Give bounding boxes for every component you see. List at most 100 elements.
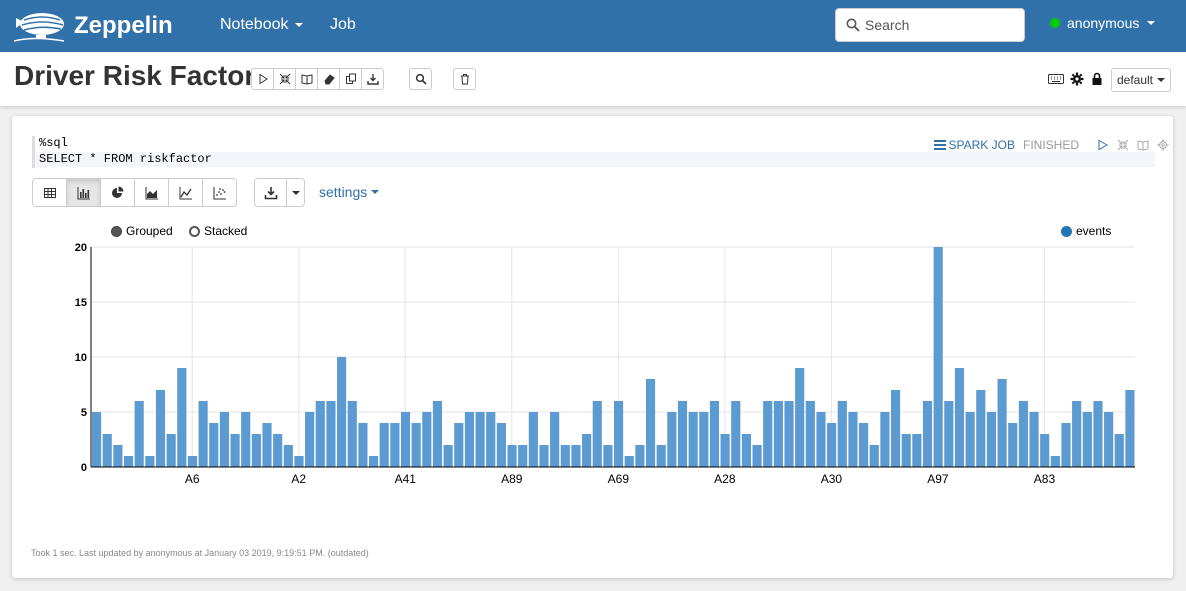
bar — [582, 434, 592, 467]
user-menu[interactable]: anonymous — [1050, 15, 1156, 31]
gear-icon[interactable] — [1070, 72, 1084, 86]
bar — [614, 401, 624, 467]
interpreter-mode-label: default — [1116, 73, 1154, 87]
top-navbar: Zeppelin Notebook Job anonymous — [0, 0, 1186, 52]
bar — [1008, 423, 1018, 467]
bar — [859, 423, 869, 467]
nav-job-link[interactable]: Job — [330, 16, 356, 34]
bar — [741, 434, 751, 467]
search-box[interactable] — [835, 8, 1025, 42]
bar — [1018, 401, 1028, 467]
bar — [358, 423, 368, 467]
search-icon — [415, 73, 427, 85]
bar — [1050, 456, 1060, 467]
y-tick-label: 0 — [81, 462, 87, 474]
bar — [773, 401, 783, 467]
bar — [251, 434, 261, 467]
bar — [795, 368, 805, 467]
bar — [731, 401, 741, 467]
compress-icon — [279, 73, 290, 85]
bar — [315, 401, 325, 467]
bar — [262, 423, 272, 467]
bar — [912, 434, 922, 467]
bar — [1040, 434, 1050, 467]
clear-output-button[interactable] — [317, 68, 340, 90]
bar — [656, 445, 666, 467]
bar — [997, 379, 1007, 467]
bar-chart: 0 5 10 15 20 A6 A2 A41 A89 A69 A28 A30 A97 A83 — [75, 242, 1135, 486]
bar — [496, 423, 506, 467]
bar — [528, 412, 538, 467]
bar — [816, 412, 826, 467]
bar — [347, 401, 357, 467]
run-all-button[interactable] — [251, 68, 274, 90]
bar — [709, 401, 720, 467]
bar — [326, 401, 336, 467]
bar — [645, 379, 656, 467]
lock-icon[interactable] — [1090, 72, 1104, 86]
chevron-down-icon — [294, 23, 303, 27]
x-tick-label: A28 — [714, 472, 736, 486]
bar — [241, 412, 251, 467]
y-tick-label: 20 — [75, 242, 87, 254]
bar — [92, 412, 102, 467]
bar — [145, 456, 155, 467]
bar — [166, 434, 176, 467]
bar — [113, 445, 123, 467]
download-icon — [366, 74, 379, 85]
bar — [901, 434, 911, 467]
brand[interactable]: Zeppelin — [14, 8, 173, 44]
trash-icon — [460, 74, 469, 85]
nav-notebook-dropdown[interactable]: Notebook — [220, 16, 303, 34]
delete-notebook-button[interactable] — [453, 68, 476, 90]
eraser-icon — [323, 74, 335, 85]
bar — [283, 445, 293, 467]
bar — [411, 423, 421, 467]
bar — [123, 456, 134, 467]
bar — [944, 401, 954, 467]
toggle-output-button[interactable] — [295, 68, 318, 90]
bar — [518, 445, 528, 467]
bar — [571, 445, 581, 467]
chevron-down-icon — [1157, 78, 1166, 82]
x-tick-label: A30 — [821, 472, 843, 486]
bar — [219, 412, 229, 467]
bar — [677, 401, 688, 467]
bar — [368, 456, 379, 467]
bar — [486, 412, 496, 467]
bar — [837, 401, 847, 467]
play-icon — [259, 73, 268, 85]
bar — [976, 390, 986, 467]
copy-icon — [345, 73, 356, 84]
bar — [1125, 390, 1135, 467]
bar — [198, 401, 208, 467]
search-code-button[interactable] — [409, 68, 432, 90]
notebook-title[interactable]: Driver Risk Factor — [14, 60, 255, 92]
bar — [699, 412, 709, 467]
bar — [337, 357, 347, 467]
bar — [209, 423, 219, 467]
bar — [1061, 423, 1071, 467]
clone-button[interactable] — [339, 68, 362, 90]
x-tick-label: A41 — [395, 472, 417, 486]
bar — [1104, 412, 1114, 467]
y-tick-label: 15 — [75, 297, 87, 309]
x-tick-label: A89 — [501, 472, 523, 486]
toggle-code-button[interactable] — [273, 68, 296, 90]
search-input[interactable] — [865, 17, 1015, 33]
bar — [187, 456, 198, 467]
export-button[interactable] — [361, 68, 384, 90]
x-tick-label: A2 — [291, 472, 306, 486]
bar — [177, 368, 187, 467]
bar — [294, 456, 304, 467]
bar — [400, 412, 411, 467]
brand-name: Zeppelin — [74, 12, 173, 39]
keyboard-icon[interactable] — [1048, 73, 1064, 85]
bar — [624, 456, 634, 467]
bar — [805, 401, 815, 467]
bar — [134, 401, 144, 467]
interpreter-mode-dropdown[interactable]: default — [1111, 68, 1171, 92]
bar — [848, 412, 858, 467]
bar — [922, 401, 933, 467]
bar — [635, 445, 645, 467]
